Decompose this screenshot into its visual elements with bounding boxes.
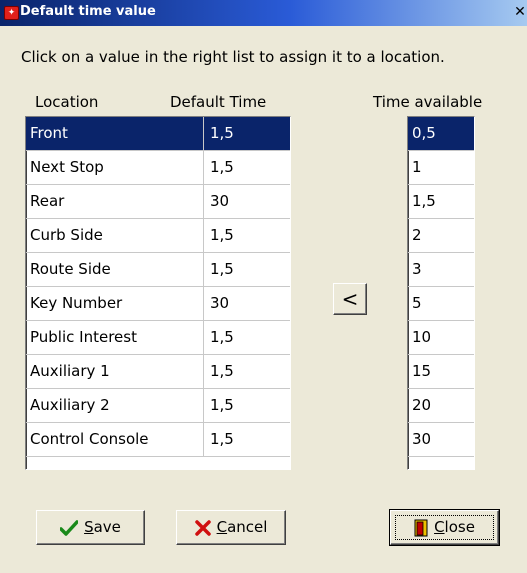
list-item[interactable]: 5 bbox=[408, 287, 474, 321]
time-value: 15 bbox=[412, 362, 432, 380]
location-cell[interactable]: Route Side bbox=[30, 253, 204, 286]
save-button[interactable]: Save bbox=[36, 510, 145, 545]
list-item[interactable]: 10 bbox=[408, 321, 474, 355]
red-x-icon bbox=[194, 519, 211, 536]
default-time-cell[interactable]: 1,5 bbox=[210, 219, 234, 252]
header-default-time: Default Time bbox=[170, 93, 267, 111]
table-row[interactable]: Rear 30 bbox=[26, 185, 290, 219]
time-value: 5 bbox=[412, 294, 422, 312]
default-time-cell[interactable]: 1,5 bbox=[210, 117, 234, 150]
location-cell[interactable]: Public Interest bbox=[30, 321, 204, 354]
close-button[interactable]: Close bbox=[389, 509, 500, 546]
app-icon: ✦ bbox=[4, 6, 19, 20]
table-row[interactable]: Public Interest 1,5 bbox=[26, 321, 290, 355]
table-row[interactable]: Curb Side 1,5 bbox=[26, 219, 290, 253]
assign-button[interactable]: < bbox=[333, 283, 367, 315]
close-window-button[interactable]: ✕ bbox=[513, 4, 527, 20]
time-available-list[interactable]: 0,5 1 1,5 2 3 5 10 15 20 30 bbox=[407, 116, 475, 470]
time-value: 30 bbox=[412, 430, 432, 448]
table-row[interactable]: Route Side 1,5 bbox=[26, 253, 290, 287]
time-value: 1,5 bbox=[412, 192, 436, 210]
default-time-cell[interactable]: 1,5 bbox=[210, 423, 234, 456]
location-cell[interactable]: Key Number bbox=[30, 287, 204, 320]
location-cell[interactable]: Control Console bbox=[30, 423, 204, 456]
time-value: 20 bbox=[412, 396, 432, 414]
checkmark-icon bbox=[60, 519, 79, 536]
default-time-cell[interactable]: 30 bbox=[210, 185, 229, 218]
cancel-button[interactable]: Cancel bbox=[176, 510, 286, 545]
focus-rect bbox=[395, 515, 494, 540]
location-cell[interactable]: Curb Side bbox=[30, 219, 204, 252]
time-value: 1 bbox=[412, 158, 422, 176]
instruction-text: Click on a value in the right list to as… bbox=[21, 48, 445, 66]
default-time-cell[interactable]: 1,5 bbox=[210, 321, 234, 354]
location-cell[interactable]: Auxiliary 1 bbox=[30, 355, 204, 388]
list-item[interactable]: 20 bbox=[408, 389, 474, 423]
header-time-available: Time available bbox=[373, 93, 483, 111]
location-cell[interactable]: Auxiliary 2 bbox=[30, 389, 204, 422]
default-time-cell[interactable]: 1,5 bbox=[210, 389, 234, 422]
cancel-mnemonic: C bbox=[216, 518, 228, 536]
table-row[interactable]: Front 1,5 bbox=[26, 117, 290, 151]
save-mnemonic: S bbox=[84, 518, 94, 536]
title-bar: ✦ Default time value bbox=[0, 0, 527, 26]
default-time-cell[interactable]: 1,5 bbox=[210, 253, 234, 286]
list-item[interactable]: 15 bbox=[408, 355, 474, 389]
time-value: 2 bbox=[412, 226, 422, 244]
header-location: Location bbox=[35, 93, 99, 111]
location-cell[interactable]: Next Stop bbox=[30, 151, 204, 184]
time-value: 10 bbox=[412, 328, 432, 346]
list-item[interactable]: 1,5 bbox=[408, 185, 474, 219]
list-item[interactable]: 30 bbox=[408, 423, 474, 457]
location-cell[interactable]: Front bbox=[30, 117, 204, 150]
location-grid[interactable]: Front 1,5 Next Stop 1,5 Rear 30 Curb Side 1,5 Ro… bbox=[25, 116, 291, 470]
location-cell[interactable]: Rear bbox=[30, 185, 204, 218]
default-time-cell[interactable]: 1,5 bbox=[210, 151, 234, 184]
list-item[interactable]: 0,5 bbox=[408, 117, 474, 151]
time-value: 0,5 bbox=[412, 124, 436, 142]
list-item[interactable]: 1 bbox=[408, 151, 474, 185]
default-time-cell[interactable]: 1,5 bbox=[210, 355, 234, 388]
default-time-cell[interactable]: 30 bbox=[210, 287, 229, 320]
table-row[interactable]: Control Console 1,5 bbox=[26, 423, 290, 457]
table-row[interactable]: Key Number 30 bbox=[26, 287, 290, 321]
table-row[interactable]: Next Stop 1,5 bbox=[26, 151, 290, 185]
window-title: Default time value bbox=[20, 4, 156, 19]
list-item[interactable]: 3 bbox=[408, 253, 474, 287]
table-row[interactable]: Auxiliary 1 1,5 bbox=[26, 355, 290, 389]
time-value: 3 bbox=[412, 260, 422, 278]
cancel-label: ancel bbox=[227, 518, 268, 536]
table-row[interactable]: Auxiliary 2 1,5 bbox=[26, 389, 290, 423]
save-label: ave bbox=[93, 518, 121, 536]
list-item[interactable]: 2 bbox=[408, 219, 474, 253]
